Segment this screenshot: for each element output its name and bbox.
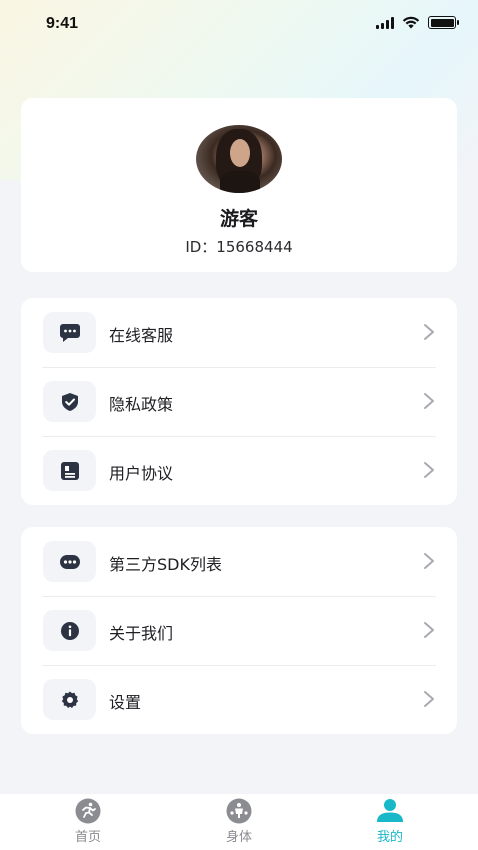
profile-card: 游客 ID：15668444 [21,98,457,272]
menu-item-settings[interactable]: 设置 [21,665,457,734]
document-icon [60,461,79,480]
menu-group-1: 在线客服 隐私政策 用户协议 [21,298,457,505]
chevron-right-icon [424,622,434,638]
battery-icon [428,16,459,29]
user-id: ID：15668444 [185,238,293,256]
menu-item-label: 第三方SDK列表 [109,555,222,574]
chevron-right-icon [424,393,434,409]
tab-body[interactable]: 身体 [199,798,279,846]
nickname: 游客 [219,208,258,230]
shield-check-icon [61,392,78,411]
status-bar: 9:41 [0,0,478,50]
tab-bar: 首页 身体 我的 [0,794,478,850]
tab-home[interactable]: 首页 [48,798,128,846]
menu-item-customer-service[interactable]: 在线客服 [21,298,457,367]
tab-mine[interactable]: 我的 [350,798,430,846]
ellipsis-icon [59,554,80,569]
user-icon [377,799,403,822]
tab-label: 身体 [225,830,252,845]
status-icons [376,16,459,29]
menu-item-label: 在线客服 [109,326,174,345]
menu-item-third-party-sdk[interactable]: 第三方SDK列表 [21,527,457,596]
chat-bubble-icon [59,323,80,342]
tab-label: 我的 [376,830,403,845]
body-icon [226,798,252,824]
menu-item-user-agreement[interactable]: 用户协议 [21,436,457,505]
chevron-right-icon [424,553,434,569]
info-icon [60,621,79,640]
chevron-right-icon [424,324,434,340]
menu-item-privacy-policy[interactable]: 隐私政策 [21,367,457,436]
avatar[interactable] [196,125,282,193]
running-person-icon [75,798,101,824]
chevron-right-icon [424,462,434,478]
status-time: 9:41 [46,15,79,32]
signal-icon [376,16,394,29]
tab-label: 首页 [74,830,101,845]
menu-group-2: 第三方SDK列表 关于我们 设置 [21,527,457,734]
chevron-right-icon [424,691,434,707]
menu-item-label: 用户协议 [109,464,174,483]
menu-item-label: 设置 [109,693,142,712]
gear-icon [61,691,78,708]
menu-item-about-us[interactable]: 关于我们 [21,596,457,665]
wifi-icon [402,16,420,29]
menu-item-label: 隐私政策 [109,395,174,414]
menu-item-label: 关于我们 [109,624,174,643]
